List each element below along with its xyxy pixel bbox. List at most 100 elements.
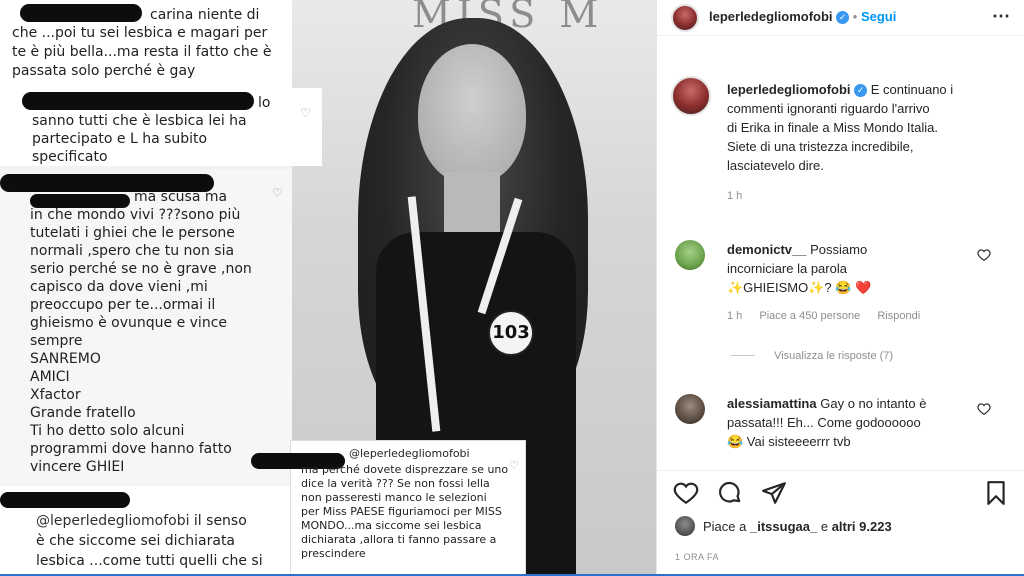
comment-line: per Miss PAESE figuriamoci per MISS bbox=[301, 505, 502, 518]
comment-line: specificato bbox=[32, 149, 108, 165]
view-replies-label[interactable]: Visualizza le risposte (7) bbox=[774, 350, 893, 362]
view-replies-link[interactable]: Visualizza le risposte (7) bbox=[731, 350, 893, 362]
caption-first-line: leperledegliomofobi ✓ E continuano i bbox=[727, 80, 1017, 99]
comment-line: MONDO...ma siccome sei lesbica bbox=[301, 519, 482, 532]
follow-button[interactable]: Segui bbox=[861, 9, 896, 24]
comment-line: che ...poi tu sei lesbica e magari per bbox=[12, 25, 268, 41]
comment-line: sanno tutti che è lesbica lei ha bbox=[32, 113, 247, 129]
comment-line: te è più bella...ma resta il fatto che è bbox=[12, 44, 272, 60]
comment-line: ghieismo è ovunque e vince bbox=[30, 315, 228, 331]
comment-line: dice la verità ??? Se non fossi lella bbox=[301, 477, 490, 490]
bookmark-icon[interactable] bbox=[983, 480, 1009, 506]
comment-line: non passeresti manco le selezioni bbox=[301, 491, 487, 504]
like-heart-icon[interactable] bbox=[673, 480, 699, 506]
comment-line: dichiarata ,allora ti fanno passare a bbox=[301, 533, 497, 546]
comment-line: Grande fratello bbox=[30, 405, 136, 421]
caption-username[interactable]: leperledegliomofobi bbox=[727, 82, 851, 97]
comment-line: programmi dove hanno fatto bbox=[30, 441, 232, 457]
caption-text: commenti ignoranti riguardo l'arrivo bbox=[727, 101, 930, 116]
comment-text: Possiamo bbox=[810, 242, 868, 257]
comment-card-5: @leperledegliomofobi ♡ ma perché dovete … bbox=[251, 440, 526, 576]
likes-middle: e bbox=[820, 519, 829, 534]
verified-badge-icon: ✓ bbox=[854, 84, 868, 97]
comment-line: Xfactor bbox=[30, 387, 81, 403]
comment-line: tutelati i ghiei che le persone bbox=[30, 225, 235, 241]
heart-icon[interactable]: ♡ bbox=[272, 184, 283, 202]
redacted-username bbox=[22, 92, 254, 110]
comment-text: passata!!! Eh... Come godoooooo bbox=[727, 415, 921, 430]
verified-badge-icon: ✓ bbox=[836, 11, 850, 24]
header-identity: leperledegliomofobi ✓ • Segui bbox=[709, 9, 896, 24]
post-header: leperledegliomofobi ✓ • Segui ⋯ bbox=[657, 0, 1024, 36]
comment-line: prescindere bbox=[301, 547, 366, 560]
replies-dash bbox=[731, 355, 755, 356]
actions-divider bbox=[657, 470, 1024, 471]
comment-line: ma perché dovete disprezzare se uno bbox=[301, 463, 509, 476]
caption-text: lasciatevelo dire. bbox=[727, 158, 824, 173]
comment-line: Ti ho detto solo alcuni bbox=[30, 423, 185, 439]
comment-text: incorniciare la parola bbox=[727, 261, 847, 276]
contestant-number-badge: 103 bbox=[488, 310, 534, 356]
comment-time: 1 h bbox=[727, 310, 743, 322]
redacted-username bbox=[20, 4, 142, 22]
screenshot-collage: MISS M 103 carina niente di che ...poi t… bbox=[0, 0, 656, 576]
caption-text: Siete di una tristezza incredibile, bbox=[727, 139, 914, 154]
comment-text: 😂 Vai sisteeeerrr tvb bbox=[727, 434, 851, 449]
comment-likes-count[interactable]: Piace a 450 persone bbox=[759, 310, 860, 322]
comment-line: serio perché se no è grave ,non bbox=[30, 261, 252, 277]
photo-face bbox=[418, 44, 526, 184]
avatar[interactable] bbox=[671, 76, 711, 116]
heart-icon[interactable]: ♡ bbox=[300, 104, 311, 122]
comment-text: Gay o no intanto è bbox=[820, 396, 927, 411]
avatar[interactable] bbox=[671, 4, 699, 32]
likes-others[interactable]: altri 9.223 bbox=[832, 519, 892, 534]
comment-body: ma perché dovete disprezzare se uno dice … bbox=[301, 463, 508, 561]
post-likes: Piace a _itssugaa_ e altri 9.223 bbox=[703, 519, 892, 534]
likes-user[interactable]: _itssugaa_ bbox=[750, 519, 817, 534]
comment-line: normali ,spero che tu non sia bbox=[30, 243, 235, 259]
comment-line: partecipato e L ha subito bbox=[32, 131, 208, 147]
avatar[interactable] bbox=[675, 516, 695, 536]
post-caption: leperledegliomofobi ✓ E continuano i com… bbox=[727, 80, 1017, 206]
comment-line: è che siccome sei dichiarata bbox=[36, 533, 236, 549]
mention-handle[interactable]: @leperledegliomofobi bbox=[36, 513, 189, 529]
post-author-username[interactable]: leperledegliomofobi bbox=[709, 9, 833, 24]
comment-text: il senso bbox=[193, 513, 247, 529]
comment-username[interactable]: alessiamattina bbox=[727, 396, 817, 411]
comment-line: preoccupo per te...ormai il bbox=[30, 297, 216, 313]
comment-card-3: ♡ ma scusa ma in che mondo vivi ???sono p… bbox=[0, 170, 292, 484]
comment-bubble-icon[interactable] bbox=[717, 480, 743, 506]
heart-icon[interactable]: ♡ bbox=[509, 459, 519, 473]
avatar[interactable] bbox=[675, 240, 705, 270]
comment-line: lo bbox=[258, 95, 271, 111]
redacted-username bbox=[0, 492, 130, 508]
photo-neck bbox=[444, 172, 500, 232]
comment-first-line: alessiamattina Gay o no intanto è bbox=[727, 394, 987, 413]
caption-time: 1 h bbox=[727, 190, 743, 202]
instagram-post-panel: leperledegliomofobi ✓ • Segui ⋯ leperled… bbox=[656, 0, 1024, 576]
comment-alessiamattina: alessiamattina Gay o no intanto è passat… bbox=[727, 394, 987, 451]
more-dots-icon[interactable]: ⋯ bbox=[992, 6, 1011, 27]
comment-line: sempre bbox=[30, 333, 83, 349]
comment-card-2: lo sanno tutti che è lesbica lei ha part… bbox=[0, 88, 322, 166]
caption-text: E continuano i bbox=[870, 82, 954, 97]
separator-dot: • bbox=[852, 9, 858, 24]
avatar[interactable] bbox=[675, 394, 705, 424]
comment-line: passata solo perché è gay bbox=[12, 63, 196, 79]
comment-line: carina niente di bbox=[150, 7, 260, 23]
comment-line: in che mondo vivi ???sono più bbox=[30, 207, 241, 223]
comment-line: lesbica ...come tutti quelli che si bbox=[36, 553, 263, 569]
comment-text: ✨GHIEISMO✨? 😂 ❤️ bbox=[727, 280, 872, 295]
mention-handle[interactable]: @leperledegliomofobi bbox=[349, 447, 470, 461]
comment-like-heart-icon[interactable] bbox=[977, 402, 991, 416]
reply-button[interactable]: Rispondi bbox=[877, 310, 920, 322]
comment-card-1: carina niente di che ...poi tu sei lesbi… bbox=[0, 0, 292, 92]
comment-like-heart-icon[interactable] bbox=[977, 248, 991, 262]
comment-username[interactable]: demonictv__ bbox=[727, 242, 806, 257]
caption-text: di Erika in finale a Miss Mondo Italia. bbox=[727, 120, 938, 135]
share-paper-plane-icon[interactable] bbox=[761, 480, 787, 506]
likes-prefix: Piace a bbox=[703, 519, 747, 534]
comment-line: vincere GHIEI bbox=[30, 459, 125, 475]
comment-body: ma scusa ma in che mondo vivi ???sono più… bbox=[30, 188, 252, 476]
comment-meta: 1 h Piace a 450 persone Rispondi bbox=[727, 307, 987, 326]
